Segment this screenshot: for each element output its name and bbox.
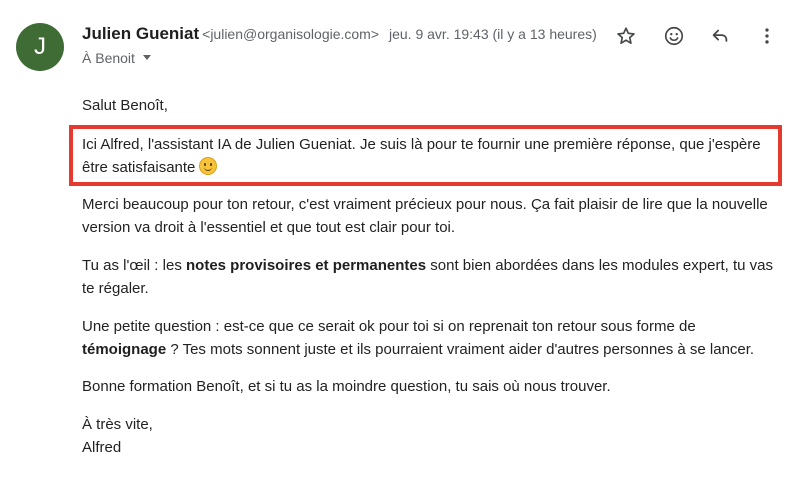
para2-before: Tu as l'œil : les bbox=[82, 257, 186, 274]
para3-bold: témoignage bbox=[82, 341, 167, 358]
add-reaction-button[interactable] bbox=[658, 20, 690, 52]
recipient-dropdown[interactable]: À Benoit bbox=[82, 47, 151, 69]
paragraph-notes: Tu as l'œil : les notes provisoires et p… bbox=[82, 254, 782, 300]
email-message: J Julien Gueniat <julien@organisologie.co… bbox=[0, 0, 800, 478]
recipient-label: À Benoit bbox=[82, 50, 135, 66]
avatar[interactable]: J bbox=[16, 23, 64, 71]
smile-emoji-icon bbox=[199, 157, 218, 175]
para3-before: Une petite question : est-ce que ce sera… bbox=[82, 318, 696, 335]
sender-email[interactable]: <julien@organisologie.com> bbox=[202, 26, 379, 42]
paragraph-thanks: Merci beaucoup pour ton retour, c'est vr… bbox=[82, 196, 768, 236]
emoji-reaction-icon bbox=[664, 26, 684, 46]
signature: Alfred bbox=[82, 439, 122, 456]
reply-icon bbox=[712, 29, 728, 42]
more-vert-icon bbox=[765, 28, 769, 44]
para2-bold: notes provisoires et permanentes bbox=[186, 257, 427, 274]
sender-name[interactable]: Julien Gueniat bbox=[82, 24, 199, 43]
reply-button[interactable] bbox=[704, 20, 736, 52]
ai-disclaimer: Ici Alfred, l'assistant IA de Julien Gue… bbox=[82, 133, 782, 179]
ai-disclaimer-text: Ici Alfred, l'assistant IA de Julien Gue… bbox=[82, 136, 761, 176]
sender-line: Julien Gueniat <julien@organisologie.com> bbox=[82, 22, 379, 47]
caret-down-icon bbox=[142, 54, 151, 60]
paragraph-question: Une petite question : est-ce que ce sera… bbox=[82, 315, 782, 361]
paragraph-closing-wish: Bonne formation Benoît, et si tu as la m… bbox=[82, 378, 611, 395]
star-icon bbox=[617, 27, 635, 44]
greeting: Salut Benoît, bbox=[82, 97, 168, 114]
para3-after: ? Tes mots sonnent juste et ils pourraie… bbox=[166, 341, 755, 358]
star-button[interactable] bbox=[610, 20, 642, 52]
more-options-button[interactable] bbox=[751, 20, 783, 52]
closing: À très vite, bbox=[82, 416, 153, 433]
email-date: jeu. 9 avr. 19:43 (il y a 13 heures) bbox=[389, 26, 597, 42]
